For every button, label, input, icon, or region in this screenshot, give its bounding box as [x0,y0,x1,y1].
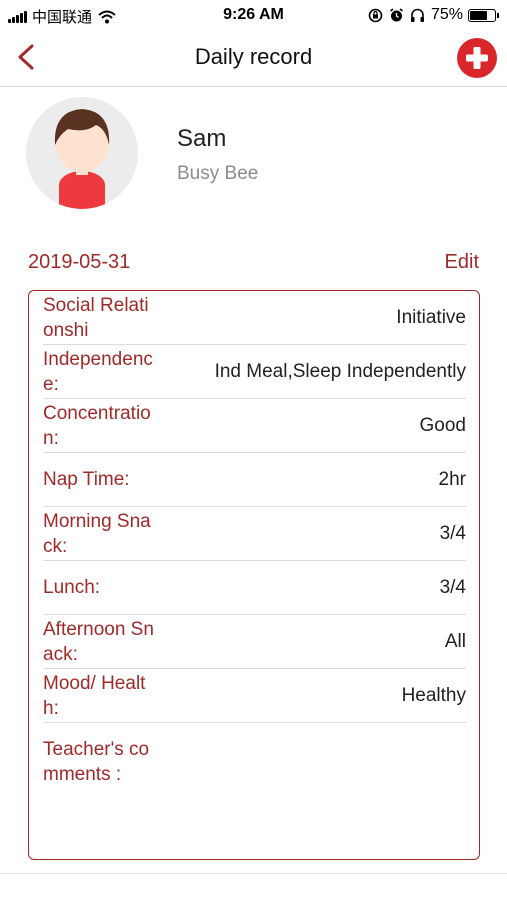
row-label: Independence: [43,348,153,395]
row-label: Lunch: [43,577,101,598]
row-label: Nap Time: [43,469,130,490]
record-row-mood-health: Mood/ Health: Healthy [43,669,466,723]
record-date: 2019-05-31 [28,251,131,273]
record-row-nap-time: Nap Time: 2hr [43,453,466,507]
record-row-afternoon-snack: Afternoon Snack: All [43,615,466,669]
row-label: Social Relationshi [43,294,149,341]
alarm-icon [389,7,403,21]
record-row-social: Social Relationshi Initiative [43,291,466,345]
row-value: Ind Meal,Sleep Independently [214,360,466,382]
row-label: Afternoon Snack: [43,618,154,665]
battery-icon [468,8,496,22]
row-value: All [444,630,466,652]
row-value: Good [419,414,466,436]
row-value: 3/4 [439,576,466,598]
avatar [26,97,138,209]
row-label: Mood/ Health: [43,672,146,719]
screen-lock-icon [368,8,383,22]
nav-bar: Daily record [0,30,507,87]
record-row-independence: Independence: Ind Meal,Sleep Independent… [43,345,466,399]
plus-circle-icon[interactable] [457,38,497,78]
child-name: Sam [177,125,227,152]
class-name: Busy Bee [177,163,259,184]
row-value: Healthy [401,684,466,706]
record-row-morning-snack: Morning Snack: 3/4 [43,507,466,561]
status-bar: 中国联通 9:26 AM 75% [0,0,507,30]
page-title: Daily record [194,44,313,69]
battery-percent: 75% [430,6,463,23]
record-row-concentration: Concentration: Good [43,399,466,453]
row-value: 3/4 [439,522,466,544]
battery-nub [497,12,499,18]
bottom-divider [0,873,507,874]
row-label: Concentration: [43,402,151,449]
record-row-lunch: Lunch: 3/4 [43,561,466,615]
row-label: Morning Snack: [43,510,151,557]
status-right: 75% [368,6,499,24]
teacher-comments-label: Teacher's comments : [43,739,150,785]
battery-level-fill [470,10,487,20]
record-card: Social Relationshi Initiative Independen… [28,290,480,860]
row-value: 2hr [438,468,466,490]
headphones-icon [410,8,424,22]
row-value: Initiative [396,306,466,328]
edit-button[interactable]: Edit [445,251,479,274]
